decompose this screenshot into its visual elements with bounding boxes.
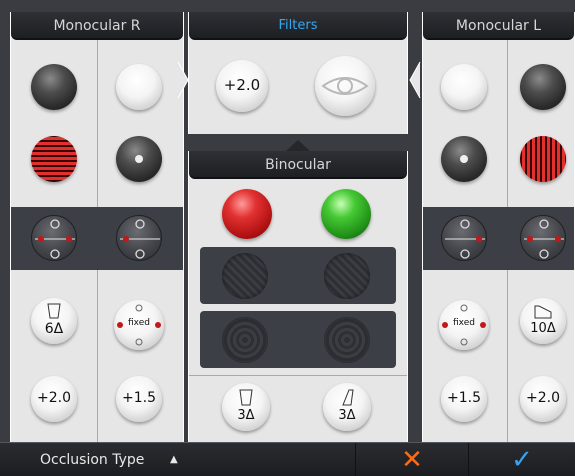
maddox-rod-r-button[interactable] [31, 215, 77, 261]
occluder-black-button[interactable] [31, 64, 77, 110]
monocular-l-panel: Monocular L fixed 10Δ +1.5 +2.0 [422, 12, 575, 442]
pinhole-dot-icon [460, 155, 468, 163]
maddox-rod-r-alt-button[interactable] [116, 215, 162, 261]
pinhole-dot-icon [135, 155, 143, 163]
occluder-white-button[interactable] [441, 64, 487, 110]
ophthalmic-test-screen: Monocular R 6Δ fixed +2.0 +1.5 Filters +… [0, 0, 575, 476]
lens-plus20-l-button[interactable]: +2.0 [520, 376, 566, 422]
monocular-r-header: Monocular R [11, 12, 183, 40]
binocular-red-button[interactable] [222, 189, 272, 239]
prism-label: 10Δ [530, 321, 556, 336]
monocular-r-panel: Monocular R 6Δ fixed +2.0 +1.5 [10, 12, 184, 442]
dropdown-arrow-icon[interactable]: ▲ [170, 443, 178, 476]
monocular-l-header: Monocular L [423, 12, 574, 40]
maddox-line-icon [524, 219, 564, 259]
occluder-white-button[interactable] [116, 64, 162, 110]
fixed-button[interactable]: fixed [114, 300, 164, 350]
prism-label: 6Δ [44, 321, 64, 337]
fixed-button[interactable]: fixed [439, 300, 489, 350]
pinhole-button[interactable] [441, 136, 487, 182]
maddox-rod-l-alt-button[interactable] [520, 215, 566, 261]
binocular-header: Binocular [189, 151, 407, 179]
pinhole-button[interactable] [116, 136, 162, 182]
prism-10-button[interactable]: 10Δ [520, 298, 566, 344]
fixed-label: fixed [453, 318, 475, 328]
lens-plus20-r-button[interactable]: +2.0 [31, 376, 77, 422]
spiral-pattern-right-button[interactable] [324, 317, 370, 363]
maddox-rod-l-button[interactable] [441, 215, 487, 261]
prism-6-button[interactable]: 6Δ [31, 298, 77, 344]
confirm-button[interactable]: ✓ [502, 443, 542, 476]
footer-divider [355, 443, 356, 476]
maddox-line-icon [35, 219, 75, 259]
eye-icon [321, 77, 369, 95]
diagonal-pattern-right-button[interactable] [324, 253, 370, 299]
binocular-green-button[interactable] [321, 189, 371, 239]
maddox-line-icon [445, 219, 485, 259]
filters-panel: Filters +2.0 [188, 12, 408, 134]
red-maddox-horizontal-button[interactable] [31, 136, 77, 182]
cancel-button[interactable]: ✕ [397, 443, 427, 476]
lens-label: +2.0 [37, 390, 71, 406]
lens-label: +1.5 [122, 390, 156, 406]
occluder-black-button[interactable] [520, 64, 566, 110]
divider [189, 375, 407, 376]
filters-header: Filters [189, 12, 407, 40]
occlusion-type-dropdown[interactable]: Occlusion Type [40, 443, 144, 476]
filter-power-label: +2.0 [223, 76, 261, 94]
prism-wedge-icon [239, 389, 253, 406]
fixed-label: fixed [128, 318, 150, 328]
filter-eye-button[interactable] [315, 56, 375, 116]
prism-wedge-icon [342, 389, 354, 406]
lens-label: +1.5 [447, 390, 481, 406]
prism-label: 3Δ [338, 408, 356, 423]
maddox-line-icon [120, 219, 160, 259]
footer-bar: Occlusion Type ▲ ✕ ✓ [0, 442, 575, 476]
lens-plus15-r-button[interactable]: +1.5 [116, 376, 162, 422]
filter-plus20-button[interactable]: +2.0 [216, 60, 268, 112]
diagonal-pattern-left-button[interactable] [222, 253, 268, 299]
lens-label: +2.0 [526, 390, 560, 406]
prism-3-right-button[interactable]: 3Δ [323, 383, 371, 431]
binocular-panel: Binocular 3Δ 3Δ [188, 151, 408, 442]
panel-connector-notch [409, 61, 421, 99]
prism-label: 3Δ [237, 408, 255, 423]
prism-3-left-button[interactable]: 3Δ [222, 383, 270, 431]
red-maddox-vertical-button[interactable] [520, 136, 566, 182]
lens-plus15-l-button[interactable]: +1.5 [441, 376, 487, 422]
footer-divider [468, 443, 469, 476]
spiral-pattern-left-button[interactable] [222, 317, 268, 363]
binocular-pointer-notch [286, 140, 310, 151]
